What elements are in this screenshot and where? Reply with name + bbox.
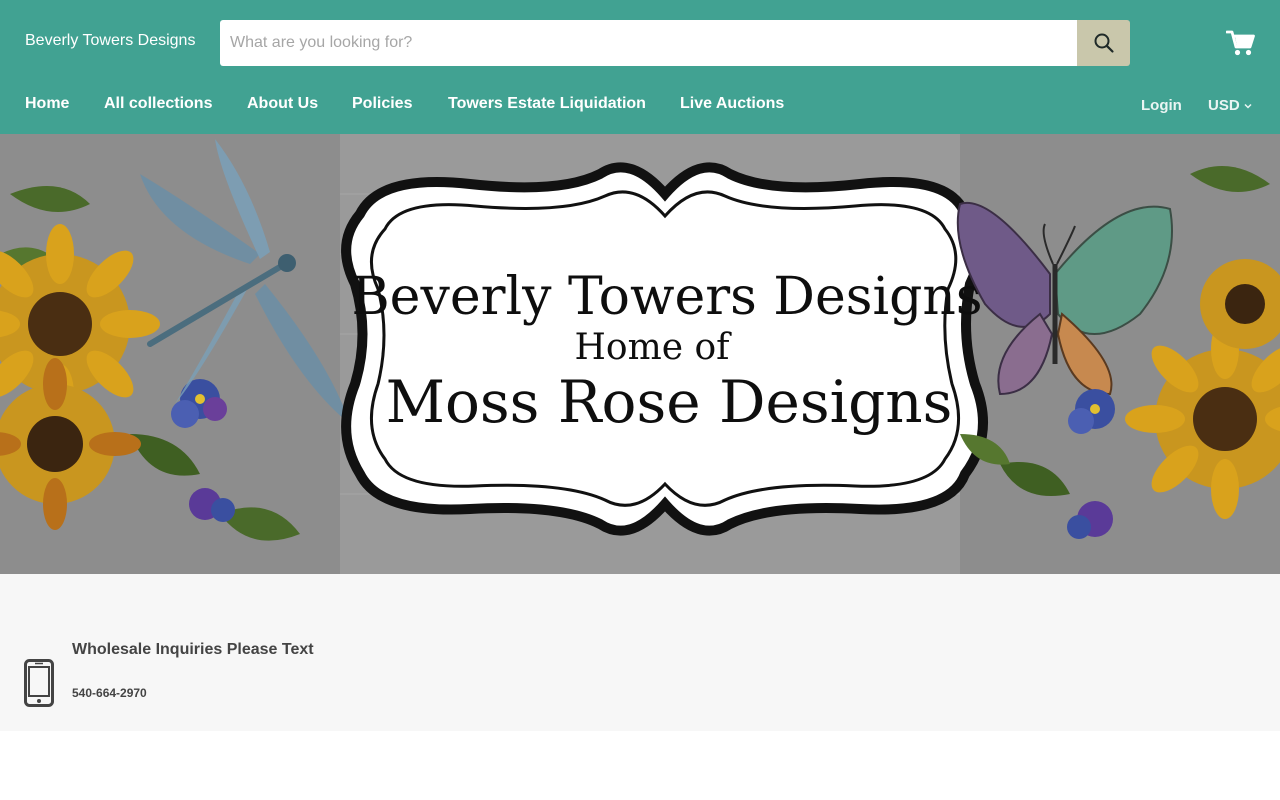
banner-line-1: Beverly Towers Designs bbox=[351, 267, 982, 327]
hero-banner[interactable]: Beverly Towers Designs Home of Moss Rose… bbox=[0, 134, 1280, 574]
currency-value: USD bbox=[1208, 97, 1240, 114]
nav-item-live-auctions[interactable]: Live Auctions bbox=[680, 95, 784, 113]
nav-item-towers-estate-liquidation[interactable]: Towers Estate Liquidation bbox=[448, 95, 646, 113]
wholesale-phone-number: 540-664-2970 bbox=[72, 686, 147, 700]
nav-item-home[interactable]: Home bbox=[25, 95, 69, 113]
search-form bbox=[220, 20, 1130, 66]
chevron-down-icon bbox=[1244, 103, 1252, 109]
wholesale-inquiries-title: Wholesale Inquiries Please Text bbox=[72, 641, 314, 658]
brand-logo-link[interactable]: Beverly Towers Designs bbox=[25, 32, 195, 50]
search-button[interactable] bbox=[1077, 20, 1130, 66]
banner-line-2: Home of bbox=[575, 327, 733, 368]
login-link[interactable]: Login bbox=[1141, 97, 1182, 114]
nav-item-about-us[interactable]: About Us bbox=[247, 95, 318, 113]
cart-icon bbox=[1226, 30, 1255, 56]
search-input[interactable] bbox=[220, 20, 1078, 66]
search-icon bbox=[1094, 33, 1114, 53]
currency-selector[interactable]: USD bbox=[1208, 97, 1252, 114]
nav-item-policies[interactable]: Policies bbox=[352, 95, 412, 113]
nav-item-all-collections[interactable]: All collections bbox=[104, 95, 212, 113]
cart-button[interactable] bbox=[1224, 26, 1258, 60]
main-navigation: Home All collections About Us Policies T… bbox=[0, 84, 1280, 124]
banner-line-3: Moss Rose Designs bbox=[386, 368, 953, 436]
mobile-phone-icon bbox=[24, 659, 54, 707]
